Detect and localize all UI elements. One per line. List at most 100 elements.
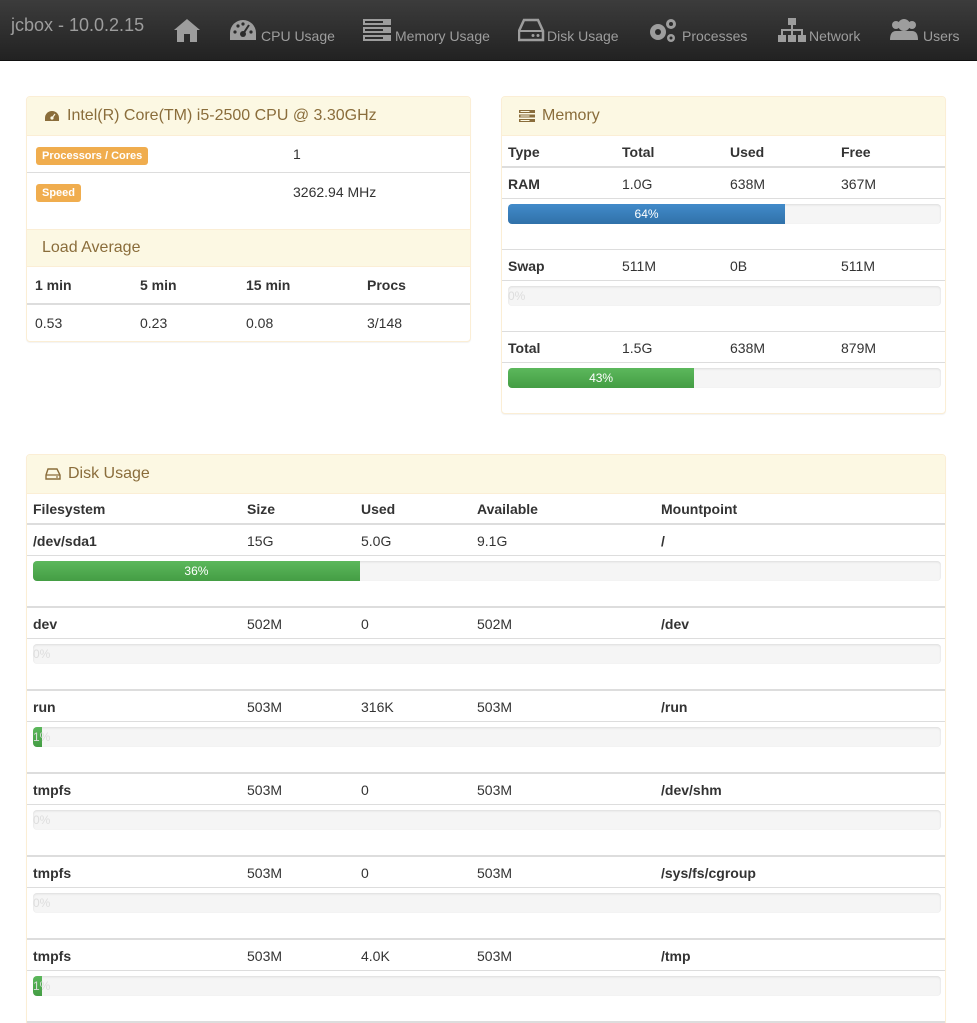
- disk-usage-progress-bar: 1%: [33, 727, 50, 747]
- load-header-1min: 1 min: [35, 277, 72, 293]
- users-icon: [890, 19, 918, 40]
- nav-home[interactable]: [172, 14, 202, 48]
- total-memory-progress: 43%: [508, 368, 941, 388]
- speed-badge: Speed: [36, 184, 82, 202]
- load-value-procs: 3/148: [367, 315, 403, 331]
- cpu-panel: Intel(R) Core(TM) i5-2500 CPU @ 3.30GHz …: [26, 96, 471, 342]
- disk-cell-avail: 503M: [477, 948, 513, 964]
- disk-usage-progress: 1%: [33, 976, 941, 996]
- disk-cell-used: 316K: [361, 699, 394, 715]
- top-navbar: jcbox - 10.0.2.15 CPU Usage Memory Usage: [0, 0, 977, 61]
- disk-cell-size: 503M: [247, 865, 283, 881]
- load-header-15min: 15 min: [246, 277, 291, 293]
- divider: [502, 331, 945, 332]
- memory-title: Memory: [542, 107, 600, 124]
- memory-swap-total: 511M: [622, 258, 656, 274]
- disk-usage-progress-bar: 1%: [33, 976, 50, 996]
- memory-swap-free: 511M: [841, 258, 875, 274]
- disk-usage-progress: 36%: [33, 561, 941, 581]
- nav-network[interactable]: Network: [777, 14, 863, 48]
- speed-value: 3262.94 MHz: [293, 184, 377, 200]
- disk-cell-used: 4.0K: [361, 948, 390, 964]
- disk-cell-size: 503M: [247, 948, 283, 964]
- disk-cell-size: 503M: [247, 699, 283, 715]
- divider: [27, 855, 945, 857]
- load-average-header: Load Average: [27, 229, 470, 267]
- gears-icon: [650, 19, 676, 42]
- disk-header-size: Size: [247, 501, 276, 517]
- divider: [502, 166, 945, 168]
- hdd-icon: [518, 18, 545, 42]
- disk-cell-used: 0: [361, 782, 369, 798]
- memory-ram-type: RAM: [508, 176, 540, 192]
- divider: [27, 970, 945, 971]
- nav-memory-usage[interactable]: Memory Usage: [362, 14, 492, 48]
- ram-progress: 64%: [508, 204, 941, 224]
- processors-badge: Processors / Cores: [36, 147, 149, 165]
- disk-cell-avail: 503M: [477, 865, 513, 881]
- memory-total-type: Total: [508, 340, 541, 356]
- nav-network-label: Network: [809, 28, 861, 44]
- disk-header-filesystem: Filesystem: [33, 501, 106, 517]
- memory-total-used: 638M: [730, 340, 766, 356]
- memory-total-free: 879M: [841, 340, 877, 356]
- disk-cell-avail: 502M: [477, 616, 513, 632]
- total-memory-progress-bar: 43%: [508, 368, 695, 388]
- disk-panel: Disk Usage Filesystem Size Used Availabl…: [26, 454, 946, 1023]
- disk-usage-progress: 0%: [33, 893, 941, 913]
- memory-swap-type: Swap: [508, 258, 545, 274]
- disk-cell-mount: /tmp: [661, 948, 691, 964]
- load-average-title: Load Average: [42, 239, 141, 256]
- memory-swap-used: 0B: [730, 258, 748, 274]
- divider: [27, 523, 945, 525]
- disk-cell-used: 0: [361, 616, 369, 632]
- brand-title[interactable]: jcbox - 10.0.2.15: [11, 15, 144, 36]
- server-icon: [519, 110, 535, 122]
- divider: [27, 606, 945, 608]
- disk-cell-fs: tmpfs: [33, 948, 72, 964]
- divider: [27, 938, 945, 940]
- disk-cell-mount: /: [661, 533, 665, 549]
- disk-cell-fs: dev: [33, 616, 58, 632]
- divider: [27, 555, 945, 556]
- disk-usage-progress: 0%: [33, 644, 941, 664]
- server-icon: [363, 19, 391, 41]
- dashboard-icon: [45, 111, 59, 121]
- memory-ram-total: 1.0G: [622, 176, 653, 192]
- disk-cell-avail: 9.1G: [477, 533, 508, 549]
- disk-header-used: Used: [361, 501, 396, 517]
- disk-cell-avail: 503M: [477, 782, 513, 798]
- sitemap-icon: [778, 18, 806, 42]
- swap-progress: 0%: [508, 286, 941, 306]
- ram-progress-bar: 64%: [508, 204, 786, 224]
- memory-header-used: Used: [730, 144, 765, 160]
- load-header-5min: 5 min: [140, 277, 177, 293]
- disk-cell-used: 5.0G: [361, 533, 392, 549]
- memory-panel: Memory Type Total Used Free RAM 1.0G 638…: [501, 96, 946, 414]
- divider: [27, 887, 945, 888]
- nav-cpu-usage[interactable]: CPU Usage: [228, 14, 338, 48]
- nav-processes[interactable]: Processes: [647, 14, 751, 48]
- disk-title: Disk Usage: [68, 465, 150, 482]
- nav-disk-usage-label: Disk Usage: [547, 28, 619, 44]
- nav-disk-usage[interactable]: Disk Usage: [518, 14, 622, 48]
- divider: [27, 303, 470, 305]
- disk-cell-fs: tmpfs: [33, 782, 72, 798]
- divider: [27, 721, 945, 722]
- divider: [27, 689, 945, 691]
- disk-cell-mount: /run: [661, 699, 688, 715]
- nav-processes-label: Processes: [682, 28, 748, 44]
- divider: [27, 772, 945, 774]
- disk-cell-size: 503M: [247, 782, 283, 798]
- nav-cpu-usage-label: CPU Usage: [261, 28, 335, 44]
- load-value-15min: 0.08: [246, 315, 274, 331]
- disk-usage-progress: 1%: [33, 727, 941, 747]
- disk-cell-avail: 503M: [477, 699, 513, 715]
- disk-header-available: Available: [477, 501, 538, 517]
- disk-cell-fs: tmpfs: [33, 865, 72, 881]
- disk-cell-used: 0: [361, 865, 369, 881]
- cpu-model-title: Intel(R) Core(TM) i5-2500 CPU @ 3.30GHz: [67, 107, 377, 124]
- nav-users[interactable]: Users: [889, 14, 967, 48]
- dashboard-icon: [230, 20, 256, 40]
- cpu-panel-header: Intel(R) Core(TM) i5-2500 CPU @ 3.30GHz: [27, 97, 470, 136]
